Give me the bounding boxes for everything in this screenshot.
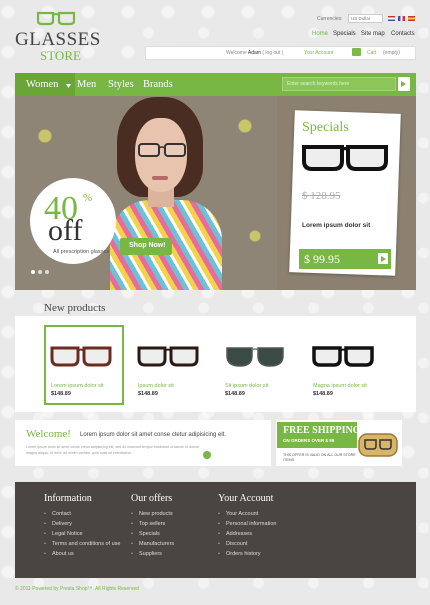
footer-link[interactable]: Orders history — [218, 551, 276, 561]
logout-link[interactable]: ( log out ) — [262, 50, 283, 56]
product-price: $148.89 — [138, 391, 158, 397]
product-card[interactable]: Ipsum dolor sit $148.89 — [131, 325, 211, 405]
product-image[interactable] — [136, 343, 200, 369]
product-card[interactable]: Lorem ipsum dolor sit $148.89 — [44, 325, 124, 405]
search-button[interactable] — [398, 77, 410, 91]
footer-link[interactable]: About us — [44, 551, 120, 561]
cart-icon[interactable] — [352, 48, 361, 56]
menu-styles[interactable]: Styles — [108, 79, 134, 90]
footer-link[interactable]: New products — [131, 511, 174, 521]
special-product-image[interactable] — [300, 141, 390, 175]
product-image[interactable] — [49, 343, 113, 369]
footer-link[interactable]: Addresses — [218, 531, 276, 541]
welcome-user: Welcome Adam ( log out ) — [226, 50, 283, 56]
menu-men[interactable]: Men — [77, 79, 96, 90]
footer-account-list: Your Account Personal information Addres… — [218, 511, 276, 561]
footer-account-title: Your Account — [218, 493, 274, 504]
product-name[interactable]: Lorem ipsum dolor sit — [51, 383, 104, 389]
footer-information-title: Information — [44, 493, 92, 504]
footer-offers-list: New products Top sellers Specials Manufa… — [131, 511, 174, 561]
special-old-price: $ 128.95 — [302, 190, 341, 202]
user-name: Adam — [247, 50, 261, 56]
model-lips — [152, 176, 168, 180]
footer-link[interactable]: Suppliers — [131, 551, 174, 561]
glasses-case-image — [358, 433, 398, 457]
cart-status: (empty) — [383, 50, 400, 56]
shipping-title: FREE SHIPPING — [283, 425, 361, 436]
shipping-note: THIS OFFER IS VALID ON ALL OUR STORE ITE… — [283, 453, 356, 462]
new-products-title: New products — [44, 302, 106, 314]
footer-information-list: Contact Delivery Legal Notice Terms and … — [44, 511, 120, 561]
footer-link[interactable]: Contact — [44, 511, 120, 521]
footer-link[interactable]: Your Account — [218, 511, 276, 521]
footer-link[interactable]: Top sellers — [131, 521, 174, 531]
footer-link[interactable]: Legal Notice — [44, 531, 120, 541]
slider-dot[interactable] — [38, 270, 42, 274]
menu-brands[interactable]: Brands — [143, 79, 173, 90]
footer-link[interactable]: Personal information — [218, 521, 276, 531]
search-input[interactable]: Enter search keywords here — [282, 77, 396, 91]
offer-percent: % — [83, 192, 93, 204]
product-image[interactable] — [223, 343, 287, 369]
product-card[interactable]: Sit ipsum dolor sit $148.89 — [218, 325, 298, 405]
flag-en-icon[interactable] — [388, 16, 395, 21]
product-image[interactable] — [311, 343, 375, 369]
logo-glasses-icon — [36, 11, 76, 26]
product-name[interactable]: Ipsum dolor sit — [138, 383, 174, 389]
welcome-text: Lorem ipsum dolor sit amet conse ctetur … — [26, 445, 199, 456]
footer-link[interactable]: Terms and conditions of use — [44, 541, 120, 551]
flag-es-icon[interactable] — [408, 16, 415, 21]
nav-specials[interactable]: Specials — [333, 31, 356, 37]
footer-link[interactable]: Delivery — [44, 521, 120, 531]
shipping-subtitle: ON ORDERS OVER $ 99 — [283, 438, 335, 443]
footer-link[interactable]: Specials — [131, 531, 174, 541]
welcome-block — [15, 420, 271, 466]
offer-off: off — [48, 214, 83, 247]
offer-subtitle: All prescription glasses — [53, 249, 110, 255]
slider-dot[interactable] — [31, 270, 35, 274]
logo-subtitle[interactable]: STORE — [40, 48, 81, 64]
chevron-down-icon[interactable] — [66, 84, 71, 88]
nav-home[interactable]: Home — [312, 31, 328, 37]
footer-offers-title: Our offers — [131, 493, 173, 504]
copyright: © 2011 Powered by Presta Shop™. All Righ… — [15, 586, 139, 592]
currency-select[interactable]: US Dollar — [348, 14, 383, 23]
product-card[interactable]: Magna ipsum dolor sit $148.89 — [306, 325, 386, 405]
specials-title: Specials — [302, 120, 349, 135]
flag-fr-icon[interactable] — [398, 16, 405, 21]
shop-now-button[interactable]: Shop Now! — [120, 238, 172, 255]
nav-site-map[interactable]: Site map — [361, 31, 385, 37]
menu-women[interactable]: Women — [26, 79, 58, 90]
product-price: $148.89 — [225, 391, 245, 397]
product-price: $148.89 — [313, 391, 333, 397]
your-account-link[interactable]: Your Account — [304, 50, 333, 56]
welcome-prefix: Welcome — [226, 50, 247, 56]
product-price: $148.89 — [51, 391, 71, 397]
slider-dot[interactable] — [45, 270, 49, 274]
welcome-more-button[interactable] — [203, 451, 211, 459]
model-glasses — [138, 143, 186, 157]
footer-link[interactable]: Manufacturers — [131, 541, 174, 551]
special-arrow-button[interactable] — [378, 253, 388, 264]
welcome-headline: Lorem ipsum dolor sit amet conse ctetur … — [80, 432, 227, 438]
special-product-name[interactable]: Lorem ipsum dolor sit — [302, 222, 370, 229]
nav-contacts[interactable]: Contacts — [391, 31, 415, 37]
slider-dots — [31, 270, 52, 276]
footer-link[interactable]: Discount — [218, 541, 276, 551]
product-name[interactable]: Sit ipsum dolor sit — [225, 383, 268, 389]
special-new-price: $ 99.95 — [304, 252, 340, 266]
currencies-label: Currencies: — [317, 16, 343, 22]
product-name[interactable]: Magna ipsum dolor sit — [313, 383, 367, 389]
welcome-title: Welcome! — [26, 428, 71, 440]
cart-link[interactable]: Cart — [367, 50, 376, 56]
